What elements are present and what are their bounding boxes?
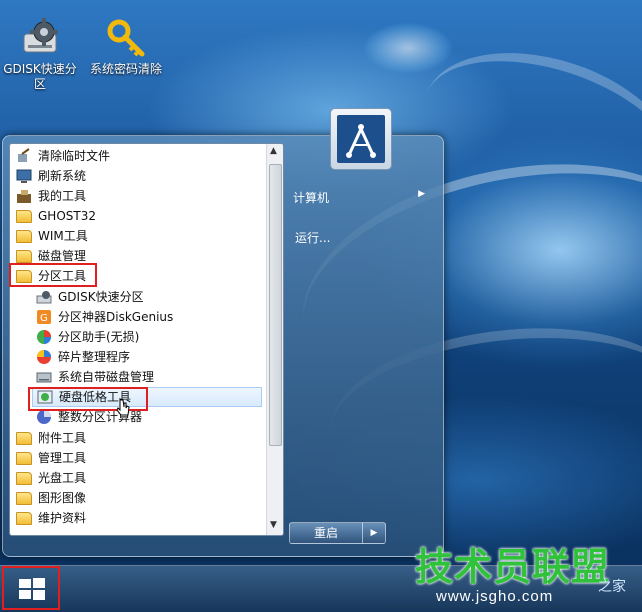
menu-folder-admin-tools[interactable]: 管理工具: [16, 448, 86, 468]
watermark-url: www.jsgho.com: [436, 588, 554, 605]
program-list-scrollbar[interactable]: ▲ ▼: [266, 144, 283, 535]
restart-options-button[interactable]: ▶: [362, 522, 386, 544]
desktop-icon-gdisk[interactable]: GDISK快速分区: [0, 18, 80, 92]
desktop-icon-label: GDISK快速分区: [3, 62, 77, 91]
menu-folder-ghost32[interactable]: GHOST32: [16, 206, 96, 226]
menu-folder-accessories[interactable]: 附件工具: [16, 428, 86, 448]
start-menu-run[interactable]: 运行...: [295, 229, 330, 246]
scroll-thumb[interactable]: [269, 164, 282, 446]
menu-folder-graphics[interactable]: 图形图像: [16, 488, 86, 508]
menu-item-clear-temp[interactable]: 清除临时文件: [16, 146, 110, 166]
menu-item-gdisk[interactable]: GDISK快速分区: [36, 287, 144, 307]
highlight-partition-tools: [9, 263, 97, 287]
disk-gear-icon: [20, 18, 60, 58]
calculator-icon: [36, 409, 52, 425]
folder-icon: [16, 230, 32, 243]
scroll-up-icon[interactable]: ▲: [270, 146, 277, 156]
desktop-icon-password-clear[interactable]: 系统密码清除: [86, 18, 166, 77]
mouse-cursor-icon: [115, 396, 133, 421]
menu-folder-wim-tools[interactable]: WIM工具: [16, 226, 88, 246]
folder-icon: [16, 452, 32, 465]
folder-icon: [16, 512, 32, 525]
start-button[interactable]: [2, 566, 60, 610]
menu-item-refresh-system[interactable]: 刷新系统: [16, 166, 86, 186]
folder-icon: [16, 432, 32, 445]
menu-folder-cd-tools[interactable]: 光盘工具: [16, 468, 86, 488]
user-picture[interactable]: [330, 108, 392, 170]
folder-icon: [16, 472, 32, 485]
disk-gear-icon: [36, 289, 52, 305]
tools-icon: [16, 188, 32, 204]
watermark-title: 技术员联盟: [415, 545, 611, 589]
menu-folder-maintenance[interactable]: 维护资料: [16, 508, 86, 528]
scroll-down-icon[interactable]: ▼: [270, 520, 277, 530]
folder-icon: [16, 250, 32, 263]
computer-icon: [16, 168, 32, 184]
key-icon: [106, 18, 146, 58]
diskgenius-icon: G: [36, 309, 52, 325]
windows-logo-icon: [18, 577, 46, 604]
menu-item-system-disk-manage[interactable]: 系统自带磁盘管理: [36, 367, 154, 387]
desktop-icon-label: 系统密码清除: [89, 62, 162, 76]
start-menu-computer[interactable]: 计算机 ▶: [293, 189, 433, 206]
watermark-suffix: 之家: [598, 579, 626, 595]
app-logo-icon: [337, 115, 385, 163]
menu-item-partition-assistant[interactable]: 分区助手(无损): [36, 327, 139, 347]
arrow-right-icon: ▶: [370, 528, 378, 538]
defrag-icon: [36, 349, 52, 365]
menu-item-defrag[interactable]: 碎片整理程序: [36, 347, 130, 367]
svg-text:G: G: [40, 313, 48, 324]
submenu-arrow-icon: ▶: [418, 189, 425, 199]
menu-item-diskgenius[interactable]: G 分区神器DiskGenius: [36, 307, 173, 327]
menu-item-my-tools[interactable]: 我的工具: [16, 186, 86, 206]
pie-icon: [36, 329, 52, 345]
disk-manage-icon: [36, 369, 52, 385]
folder-icon: [16, 492, 32, 505]
restart-button[interactable]: 重启: [289, 522, 363, 544]
broom-icon: [16, 148, 32, 164]
start-menu: 清除临时文件 刷新系统 我的工具 GHOST32 WIM工具 磁盘管理 分区工具: [2, 108, 444, 557]
folder-icon: [16, 210, 32, 223]
program-list: 清除临时文件 刷新系统 我的工具 GHOST32 WIM工具 磁盘管理 分区工具: [9, 143, 284, 536]
